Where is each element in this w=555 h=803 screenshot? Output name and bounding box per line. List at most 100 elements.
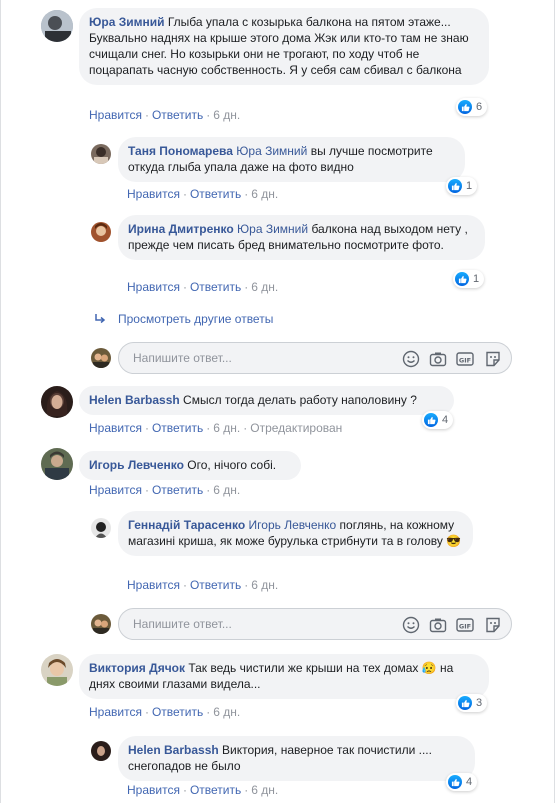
current-user-avatar [91,348,111,368]
timestamp[interactable]: 6 дн. [251,783,278,797]
separator: · [244,187,249,201]
comment-actions: Нравится · Ответить · 6 дн. [127,783,278,797]
gif-icon[interactable]: GIF [456,350,474,368]
timestamp[interactable]: 6 дн. [251,187,278,201]
like-link[interactable]: Нравится [89,421,142,435]
view-more-replies-link[interactable]: Просмотреть другие ответы [118,312,273,326]
timestamp[interactable]: 6 дн. [213,483,240,497]
timestamp[interactable]: 6 дн. [213,108,240,122]
sticker-icon[interactable] [484,350,502,368]
comment-author[interactable]: Игорь Левченко [89,458,184,472]
like-icon [448,775,462,789]
reply-link[interactable]: Ответить [152,108,203,122]
like-link[interactable]: Нравится [89,705,142,719]
comment-bubble: Ирина Дмитренко Юра Зимний балкона над в… [118,215,485,260]
avatar[interactable] [91,144,111,164]
avatar[interactable] [41,10,73,42]
reaction-number: 6 [476,101,483,113]
timestamp[interactable]: 6 дн. [251,280,278,294]
mention-link[interactable]: Юра Зимний [237,222,308,236]
avatar[interactable] [91,518,111,538]
reply-link[interactable]: Ответить [190,578,241,592]
reply-link[interactable]: Ответить [190,280,241,294]
like-link[interactable]: Нравится [89,483,142,497]
like-icon [424,413,438,427]
svg-text:GIF: GIF [459,356,471,364]
avatar[interactable] [41,386,73,418]
edited-label[interactable]: Отредактирован [250,421,342,435]
separator: · [144,483,149,497]
separator: · [244,783,249,797]
comment-actions: Нравится · Ответить · 6 дн. [127,187,278,201]
reaction-count[interactable]: 1 [453,270,485,288]
current-user-avatar [91,614,111,634]
comment-author[interactable]: Виктория Дячок [89,661,185,675]
reply-link[interactable]: Ответить [152,705,203,719]
mention-link[interactable]: Игорь Левченко [249,518,337,532]
reaction-count[interactable]: 4 [446,773,478,791]
reaction-number: 1 [473,273,480,285]
separator: · [144,705,149,719]
comment-bubble: Helen Barbassh Смысл тогда делать работу… [79,386,454,415]
separator: · [244,280,249,294]
comment-actions: Нравится · Ответить · 6 дн. [127,280,278,294]
reaction-count[interactable]: 6 [456,98,488,116]
camera-icon[interactable] [429,616,447,634]
comment-author[interactable]: Юра Зимний [89,15,165,29]
comment-actions: Нравится · Ответить · 6 дн. · Отредактирован [89,421,342,435]
comment-author[interactable]: Helen Barbassh [89,393,180,407]
comment-text: Ого, нічого собі. [187,458,277,472]
like-icon [455,272,469,286]
reaction-count[interactable]: 1 [446,177,478,195]
reply-link[interactable]: Ответить [190,783,241,797]
avatar[interactable] [41,654,73,686]
reply-link[interactable]: Ответить [190,187,241,201]
reaction-number: 1 [466,180,473,192]
smile-icon[interactable] [402,616,420,634]
separator: · [182,783,187,797]
comment-bubble: Виктория Дячок Так ведь чистили же крыши… [79,654,489,699]
reaction-count[interactable]: 3 [456,694,488,712]
comment-actions: Нравится · Ответить · 6 дн. [89,108,240,122]
avatar[interactable] [91,741,111,761]
reply-link[interactable]: Ответить [152,483,203,497]
avatar[interactable] [41,448,73,480]
comment-author[interactable]: Таня Пономарева [128,144,233,158]
comment-bubble: Helen Barbassh Виктория, наверное так по… [118,736,475,781]
separator: · [182,187,187,201]
like-link[interactable]: Нравится [127,783,180,797]
separator: · [144,108,149,122]
separator: · [144,421,149,435]
comment-author[interactable]: Геннадій Тарасенко [128,518,245,532]
comment-bubble: Игорь Левченко Ого, нічого собі. [79,451,301,480]
comment-actions: Нравится · Ответить · 6 дн. [127,578,278,592]
like-icon [458,100,472,114]
like-link[interactable]: Нравится [127,280,180,294]
svg-text:GIF: GIF [459,622,471,630]
timestamp[interactable]: 6 дн. [251,578,278,592]
reaction-count[interactable]: 4 [422,411,454,429]
reply-input[interactable] [131,616,375,632]
separator: · [244,578,249,592]
reply-input[interactable] [131,350,375,366]
smile-icon[interactable] [402,350,420,368]
timestamp[interactable]: 6 дн. [213,705,240,719]
like-icon [458,696,472,710]
gif-icon[interactable]: GIF [456,616,474,634]
separator: · [206,108,211,122]
comment-bubble: Геннадій Тарасенко Игорь Левченко поглян… [118,511,473,556]
separator: · [182,578,187,592]
comment-author[interactable]: Helen Barbassh [128,743,219,757]
reply-link[interactable]: Ответить [152,421,203,435]
sticker-icon[interactable] [484,616,502,634]
like-link[interactable]: Нравится [127,578,180,592]
comment-author[interactable]: Ирина Дмитренко [128,222,234,236]
mention-link[interactable]: Юра Зимний [236,144,307,158]
reaction-number: 4 [466,776,473,788]
like-link[interactable]: Нравится [89,108,142,122]
camera-icon[interactable] [429,350,447,368]
like-link[interactable]: Нравится [127,187,180,201]
avatar[interactable] [91,222,111,242]
timestamp[interactable]: 6 дн. [213,421,240,435]
like-icon [448,179,462,193]
